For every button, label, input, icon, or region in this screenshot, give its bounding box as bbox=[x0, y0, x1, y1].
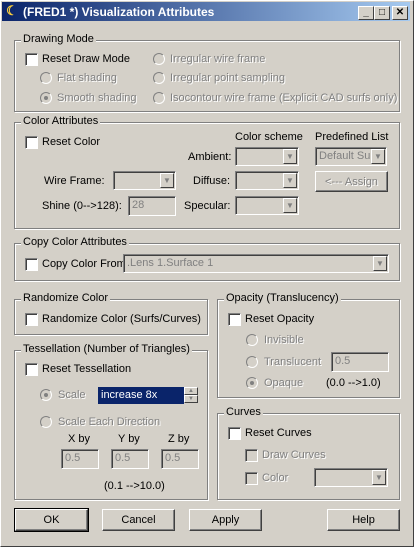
reset-tessellation-label: Reset Tessellation bbox=[42, 363, 132, 375]
curve-color-checkbox[interactable] bbox=[245, 472, 258, 485]
chevron-down-icon[interactable]: ▼ bbox=[373, 256, 387, 271]
z-by-label: Z by bbox=[168, 433, 190, 445]
color-scheme-header: Color scheme bbox=[235, 131, 303, 143]
opaque-radio[interactable] bbox=[246, 377, 258, 389]
spin-up-icon[interactable]: ▲ bbox=[184, 387, 198, 395]
reset-tessellation-checkbox[interactable] bbox=[25, 363, 38, 376]
close-button[interactable]: ✕ bbox=[392, 6, 408, 20]
smooth-shading-label: Smooth shading bbox=[57, 92, 137, 104]
diffuse-label: Diffuse: bbox=[193, 175, 231, 187]
predefined-list-value: Default Sur bbox=[319, 150, 375, 162]
predefined-list-header: Predefined List bbox=[315, 131, 389, 143]
randomize-color-title: Randomize Color bbox=[21, 292, 110, 304]
reset-opacity-label: Reset Opacity bbox=[245, 313, 315, 325]
reset-opacity-checkbox[interactable] bbox=[228, 313, 241, 326]
x-by-field[interactable]: 0.5 bbox=[61, 449, 99, 469]
copy-color-from-label: Copy Color From bbox=[42, 258, 126, 270]
app-icon[interactable]: ☾ bbox=[5, 4, 19, 18]
color-attributes-title: Color Attributes bbox=[21, 115, 101, 127]
reset-curves-checkbox[interactable] bbox=[228, 427, 241, 440]
spin-down-icon[interactable]: ▼ bbox=[184, 395, 198, 403]
ok-button[interactable]: OK bbox=[14, 508, 89, 532]
specular-combo[interactable]: ▼ bbox=[235, 196, 299, 215]
cancel-button[interactable]: Cancel bbox=[102, 509, 175, 531]
translucent-field[interactable]: 0.5 bbox=[331, 352, 389, 372]
specular-label: Specular: bbox=[184, 200, 231, 212]
invisible-radio[interactable] bbox=[246, 334, 258, 346]
flat-shading-radio[interactable] bbox=[40, 72, 52, 84]
opacity-range-label: (0.0 -->1.0) bbox=[326, 377, 381, 389]
draw-curves-label: Draw Curves bbox=[262, 449, 326, 461]
randomize-color-checkbox[interactable] bbox=[25, 313, 38, 326]
scale-each-direction-label: Scale Each Direction bbox=[58, 416, 161, 428]
invisible-label: Invisible bbox=[264, 334, 304, 346]
y-by-label: Y by bbox=[118, 433, 140, 445]
scale-each-direction-radio[interactable] bbox=[40, 416, 52, 428]
opaque-label: Opaque bbox=[264, 377, 304, 389]
irregular-wire-radio[interactable] bbox=[153, 53, 165, 65]
window-title: (FRED1 *) Visualization Attributes bbox=[23, 5, 215, 19]
curve-color-combo[interactable]: ▼ bbox=[314, 468, 388, 487]
chevron-down-icon[interactable]: ▼ bbox=[160, 173, 174, 188]
scale-label: Scale bbox=[58, 389, 86, 401]
y-by-field[interactable]: 0.5 bbox=[111, 449, 149, 469]
diffuse-combo[interactable]: ▼ bbox=[235, 171, 299, 190]
smooth-shading-radio[interactable] bbox=[40, 92, 52, 104]
scale-spinner-buttons[interactable]: ▲ ▼ bbox=[184, 387, 198, 404]
opacity-title: Opacity (Translucency) bbox=[224, 292, 341, 304]
chevron-down-icon[interactable]: ▼ bbox=[283, 149, 297, 164]
irregular-point-label: Irregular point sampling bbox=[170, 72, 285, 84]
translucent-label: Translucent bbox=[264, 356, 322, 368]
chevron-down-icon[interactable]: ▼ bbox=[372, 470, 386, 485]
x-by-label: X by bbox=[68, 433, 91, 445]
isocontour-label: Isocontour wire frame (Explicit CAD surf… bbox=[170, 92, 398, 104]
chevron-down-icon[interactable]: ▼ bbox=[283, 173, 297, 188]
reset-color-label: Reset Color bbox=[42, 136, 101, 148]
irregular-point-radio[interactable] bbox=[153, 72, 165, 84]
reset-draw-mode-label: Reset Draw Mode bbox=[42, 53, 131, 65]
copy-color-title: Copy Color Attributes bbox=[21, 236, 129, 248]
scale-radio[interactable] bbox=[40, 389, 52, 401]
isocontour-radio[interactable] bbox=[153, 92, 165, 104]
curve-color-label: Color bbox=[262, 472, 289, 484]
drawing-mode-title: Drawing Mode bbox=[21, 33, 96, 45]
reset-curves-label: Reset Curves bbox=[245, 427, 312, 439]
shine-label: Shine (0-->128): bbox=[42, 200, 122, 212]
translucent-radio[interactable] bbox=[246, 356, 258, 368]
draw-curves-checkbox[interactable] bbox=[245, 449, 258, 462]
reset-color-checkbox[interactable] bbox=[25, 136, 38, 149]
maximize-button[interactable]: □ bbox=[374, 6, 390, 20]
chevron-down-icon[interactable]: ▼ bbox=[283, 198, 297, 213]
ambient-label: Ambient: bbox=[188, 151, 232, 163]
copy-color-source-value: .Lens 1.Surface 1 bbox=[127, 257, 214, 269]
copy-color-from-checkbox[interactable] bbox=[25, 258, 38, 271]
help-button[interactable]: Help bbox=[327, 509, 400, 531]
copy-color-source-combo[interactable]: .Lens 1.Surface 1 ▼ bbox=[123, 254, 389, 273]
reset-draw-mode-checkbox[interactable] bbox=[25, 53, 38, 66]
shine-field[interactable]: 28 bbox=[128, 196, 176, 216]
curves-title: Curves bbox=[224, 406, 263, 418]
minimize-button[interactable]: _ bbox=[358, 6, 374, 20]
z-by-field[interactable]: 0.5 bbox=[161, 449, 199, 469]
scale-spinner-value[interactable]: increase 8x bbox=[98, 387, 184, 404]
wire-frame-combo[interactable]: ▼ bbox=[113, 171, 176, 190]
ambient-combo[interactable]: ▼ bbox=[235, 147, 299, 166]
irregular-wire-label: Irregular wire frame bbox=[170, 53, 266, 65]
assign-button[interactable]: <--- Assign bbox=[315, 171, 388, 192]
predefined-list-combo[interactable]: Default Sur ▼ bbox=[315, 147, 387, 166]
tessellation-range-label: (0.1 -->10.0) bbox=[104, 480, 165, 492]
flat-shading-label: Flat shading bbox=[57, 72, 117, 84]
apply-button[interactable]: Apply bbox=[189, 509, 262, 531]
title-bar[interactable]: ☾ (FRED1 *) Visualization Attributes _ □… bbox=[2, 2, 410, 21]
wire-frame-label: Wire Frame: bbox=[44, 175, 105, 187]
randomize-color-label: Randomize Color (Surfs/Curves) bbox=[42, 313, 201, 325]
tessellation-title: Tessellation (Number of Triangles) bbox=[21, 343, 192, 355]
chevron-down-icon[interactable]: ▼ bbox=[371, 149, 385, 164]
